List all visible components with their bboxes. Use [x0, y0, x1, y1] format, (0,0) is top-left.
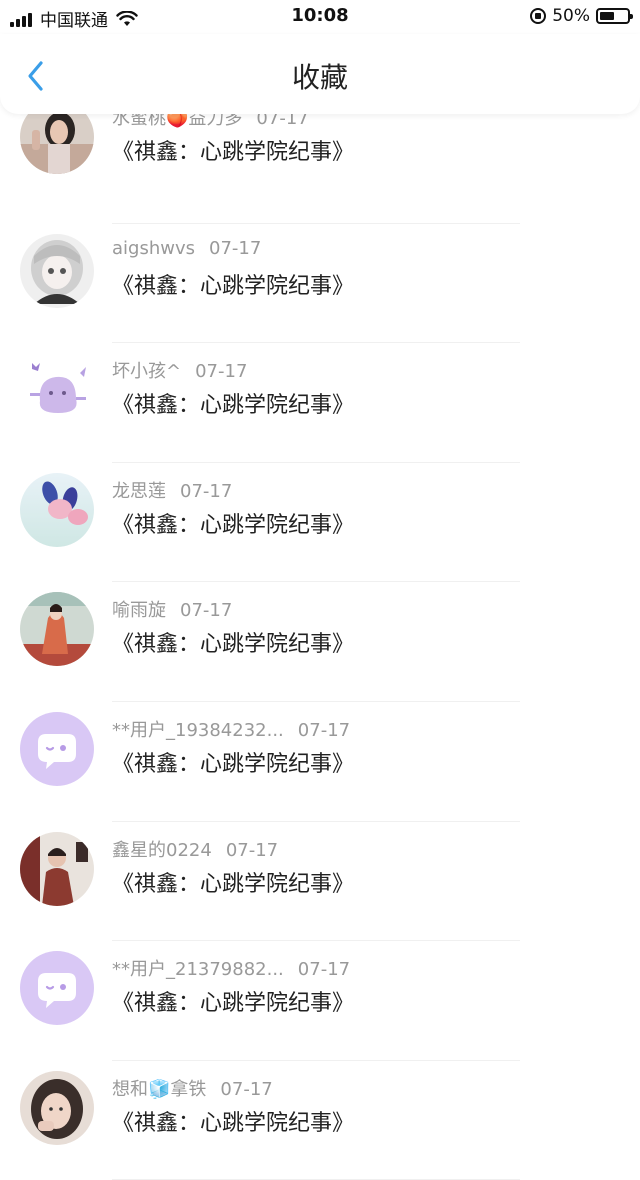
item-date: 07-17 [180, 600, 233, 622]
item-date: 07-17 [195, 361, 248, 383]
user-name[interactable]: 坏小孩^ [112, 361, 181, 382]
item-title[interactable]: 《祺鑫：心跳学院纪事》 [112, 866, 354, 898]
item-meta: 鑫星的0224 07-17 [112, 836, 278, 862]
item-date: 07-17 [297, 719, 351, 741]
list-item[interactable]: 想和🧊拿铁 07-17 《祺鑫：心跳学院纪事》 [0, 1061, 640, 1180]
item-title[interactable]: 《祺鑫：心跳学院纪事》 [112, 985, 354, 1017]
user-name[interactable]: **用户_21379882... [112, 959, 284, 980]
item-meta: 龙思莲 07-17 [112, 477, 232, 503]
avatar[interactable] [20, 472, 94, 547]
item-title[interactable]: 《祺鑫：心跳学院纪事》 [112, 507, 354, 539]
item-title[interactable]: 《祺鑫：心跳学院纪事》 [112, 1105, 354, 1137]
user-name[interactable]: **用户_19384232... [112, 720, 284, 741]
item-title[interactable]: 《祺鑫：心跳学院纪事》 [112, 746, 354, 778]
item-title[interactable]: 《祺鑫：心跳学院纪事》 [112, 268, 354, 300]
user-name[interactable]: aigshwvs [112, 238, 195, 259]
item-date: 07-17 [225, 839, 279, 861]
item-meta: 喻雨旋 07-17 [112, 596, 232, 622]
item-date: 07-17 [297, 959, 351, 981]
item-title[interactable]: 《祺鑫：心跳学院纪事》 [112, 626, 354, 658]
nav-bar: 收藏 [0, 34, 640, 114]
rotation-lock-icon [530, 8, 547, 24]
item-title[interactable]: 《祺鑫：心跳学院纪事》 [112, 134, 354, 166]
item-meta: **用户_21379882... 07-17 [112, 955, 350, 981]
user-name[interactable]: 喻雨旋 [112, 600, 166, 621]
user-name[interactable]: 龙思莲 [112, 481, 166, 502]
avatar[interactable] [20, 711, 94, 786]
list-item[interactable]: 坏小孩^ 07-17 《祺鑫：心跳学院纪事》 [0, 343, 640, 463]
battery-icon [596, 8, 633, 24]
list-item[interactable]: 龙思莲 07-17 《祺鑫：心跳学院纪事》 [0, 463, 640, 583]
list-item[interactable]: **用户_19384232... 07-17 《祺鑫：心跳学院纪事》 [0, 702, 640, 822]
list-item[interactable]: 喻雨旋 07-17 《祺鑫：心跳学院纪事》 [0, 582, 640, 702]
avatar[interactable] [20, 831, 94, 906]
item-meta: aigshwvs 07-17 [112, 238, 261, 259]
item-meta: 想和🧊拿铁 07-17 [112, 1075, 273, 1101]
list-item[interactable]: 水蜜桃🍑益力多 07-17 《祺鑫：心跳学院纪事》 [0, 100, 640, 224]
item-date: 07-17 [209, 237, 262, 259]
item-date: 07-17 [220, 1078, 273, 1100]
avatar[interactable] [20, 233, 94, 308]
avatar[interactable] [20, 592, 94, 667]
item-meta: **用户_19384232... 07-17 [112, 716, 350, 742]
item-title[interactable]: 《祺鑫：心跳学院纪事》 [112, 387, 354, 419]
page-title: 收藏 [291, 61, 348, 94]
user-name[interactable]: 想和🧊拿铁 [112, 1079, 206, 1100]
list-item[interactable]: aigshwvs 07-17 《祺鑫：心跳学院纪事》 [0, 224, 640, 344]
user-name[interactable]: 鑫星的0224 [112, 840, 212, 861]
avatar[interactable] [20, 951, 94, 1026]
status-bar: 中国联通 10:08 50% [0, 0, 640, 34]
list-item[interactable]: 鑫星的0224 07-17 《祺鑫：心跳学院纪事》 [0, 822, 640, 942]
battery-percent: 50% [552, 6, 590, 26]
avatar[interactable] [20, 1070, 94, 1145]
item-date: 07-17 [180, 480, 233, 502]
item-meta: 坏小孩^ 07-17 [112, 357, 247, 383]
favorites-list: 水蜜桃🍑益力多 07-17 《祺鑫：心跳学院纪事》 aigshwvs 07-17 《祺鑫… [0, 100, 640, 1180]
avatar[interactable] [20, 353, 94, 428]
list-item[interactable]: **用户_21379882... 07-17 《祺鑫：心跳学院纪事》 [0, 941, 640, 1061]
